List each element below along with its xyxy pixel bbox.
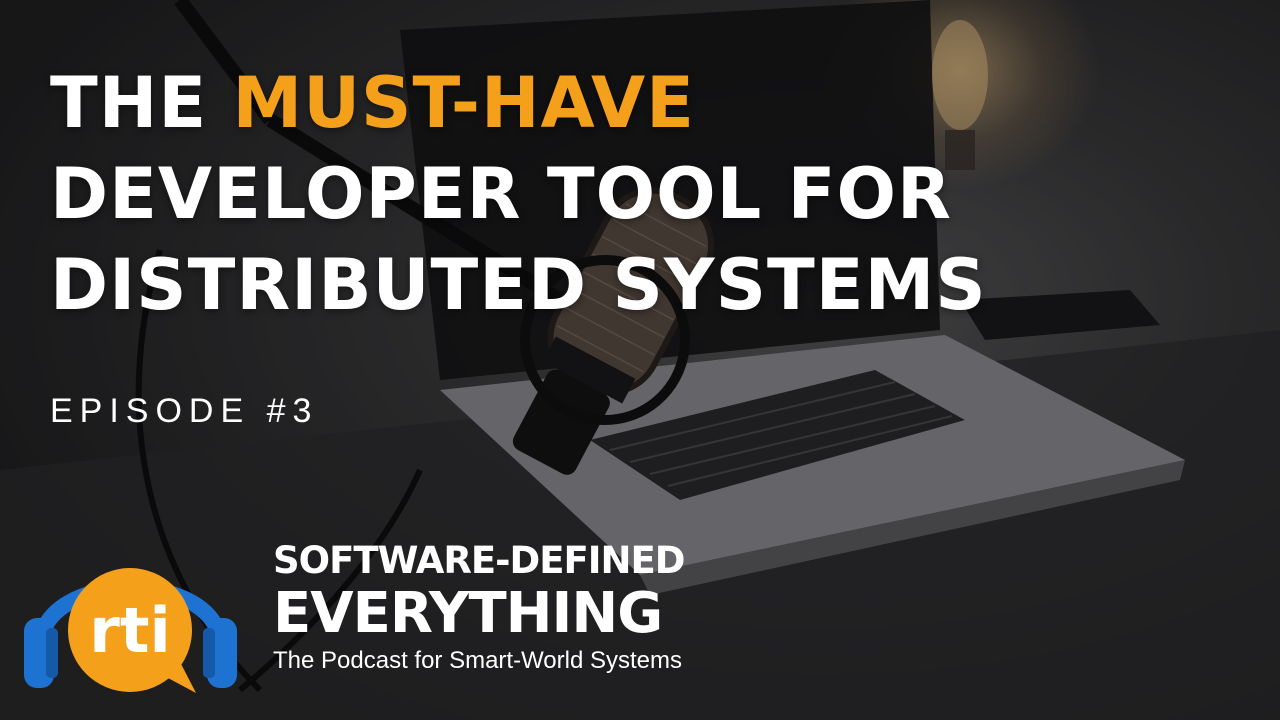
episode-headline: THE MUST-HAVE DEVELOPER TOOL FOR DISTRIB… <box>50 58 987 331</box>
logo-tagline: The Podcast for Smart-World Systems <box>273 647 683 674</box>
podcast-thumbnail: THE MUST-HAVE DEVELOPER TOOL FOR DISTRIB… <box>0 0 1280 720</box>
logo-title-line1: SOFTWARE-DEFINED <box>273 539 686 582</box>
rti-icon-text: rti <box>89 594 170 667</box>
headline-highlight: MUST-HAVE <box>232 62 695 144</box>
headline-line3: DISTRIBUTED SYSTEMS <box>50 244 987 326</box>
podcast-logo: SOFTWARE-DEFINED EVERYTHING The Podcast … <box>273 539 686 676</box>
headline-line2: DEVELOPER TOOL FOR <box>50 153 952 235</box>
headline-line1-prefix: THE <box>50 62 233 144</box>
episode-number: EPISODE #3 <box>50 392 319 430</box>
headphones-chat-bubble-icon: rti <box>24 568 237 693</box>
logo-title-line2: EVERYTHING <box>273 581 663 646</box>
